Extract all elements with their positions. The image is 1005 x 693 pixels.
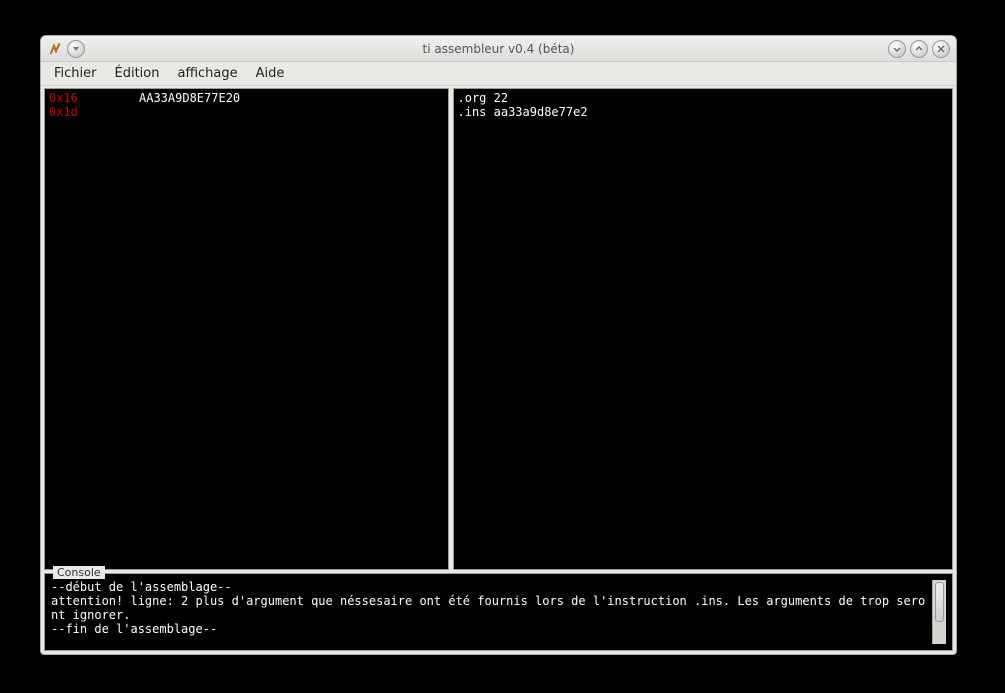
console-body: --début de l'assemblage-- attention! lig… — [45, 574, 952, 650]
app-window: ti assembleur v0.4 (béta) Fichier Éditio… — [40, 35, 957, 655]
menu-fichier[interactable]: Fichier — [45, 63, 106, 84]
source-pane[interactable]: .org 22 .ins aa33a9d8e77e2 — [453, 88, 954, 570]
console-panel: Console --début de l'assemblage-- attent… — [44, 573, 953, 651]
minimize-button[interactable] — [888, 40, 906, 58]
menubar: Fichier Édition affichage Aide — [41, 62, 956, 86]
listing-row: 0x16 AA33A9D8E77E20 — [49, 91, 444, 105]
console-label: Console — [53, 566, 105, 579]
listing-address: 0x1d — [49, 105, 139, 119]
scrollbar-thumb[interactable] — [935, 582, 944, 622]
titlebar[interactable]: ti assembleur v0.4 (béta) — [41, 36, 956, 62]
window-menu-button[interactable] — [67, 40, 85, 58]
editor-panes: 0x16 AA33A9D8E77E20 0x1d .org 22 .ins aa… — [44, 88, 953, 570]
window-title: ti assembleur v0.4 (béta) — [41, 42, 956, 56]
listing-address: 0x16 — [49, 91, 139, 105]
listing-hex: AA33A9D8E77E20 — [139, 91, 240, 105]
app-icon — [47, 41, 63, 57]
maximize-button[interactable] — [910, 40, 928, 58]
titlebar-right — [888, 40, 950, 58]
source-line: .org 22 — [458, 91, 949, 105]
menu-edition[interactable]: Édition — [106, 63, 169, 84]
listing-pane[interactable]: 0x16 AA33A9D8E77E20 0x1d — [44, 88, 449, 570]
source-line: .ins aa33a9d8e77e2 — [458, 105, 949, 119]
console-text[interactable]: --début de l'assemblage-- attention! lig… — [51, 580, 932, 644]
close-button[interactable] — [932, 40, 950, 58]
listing-row: 0x1d — [49, 105, 444, 119]
console-scrollbar[interactable] — [932, 580, 946, 644]
menu-affichage[interactable]: affichage — [168, 63, 246, 84]
content-area: 0x16 AA33A9D8E77E20 0x1d .org 22 .ins aa… — [41, 86, 956, 654]
menu-aide[interactable]: Aide — [247, 63, 294, 84]
titlebar-left — [47, 40, 85, 58]
